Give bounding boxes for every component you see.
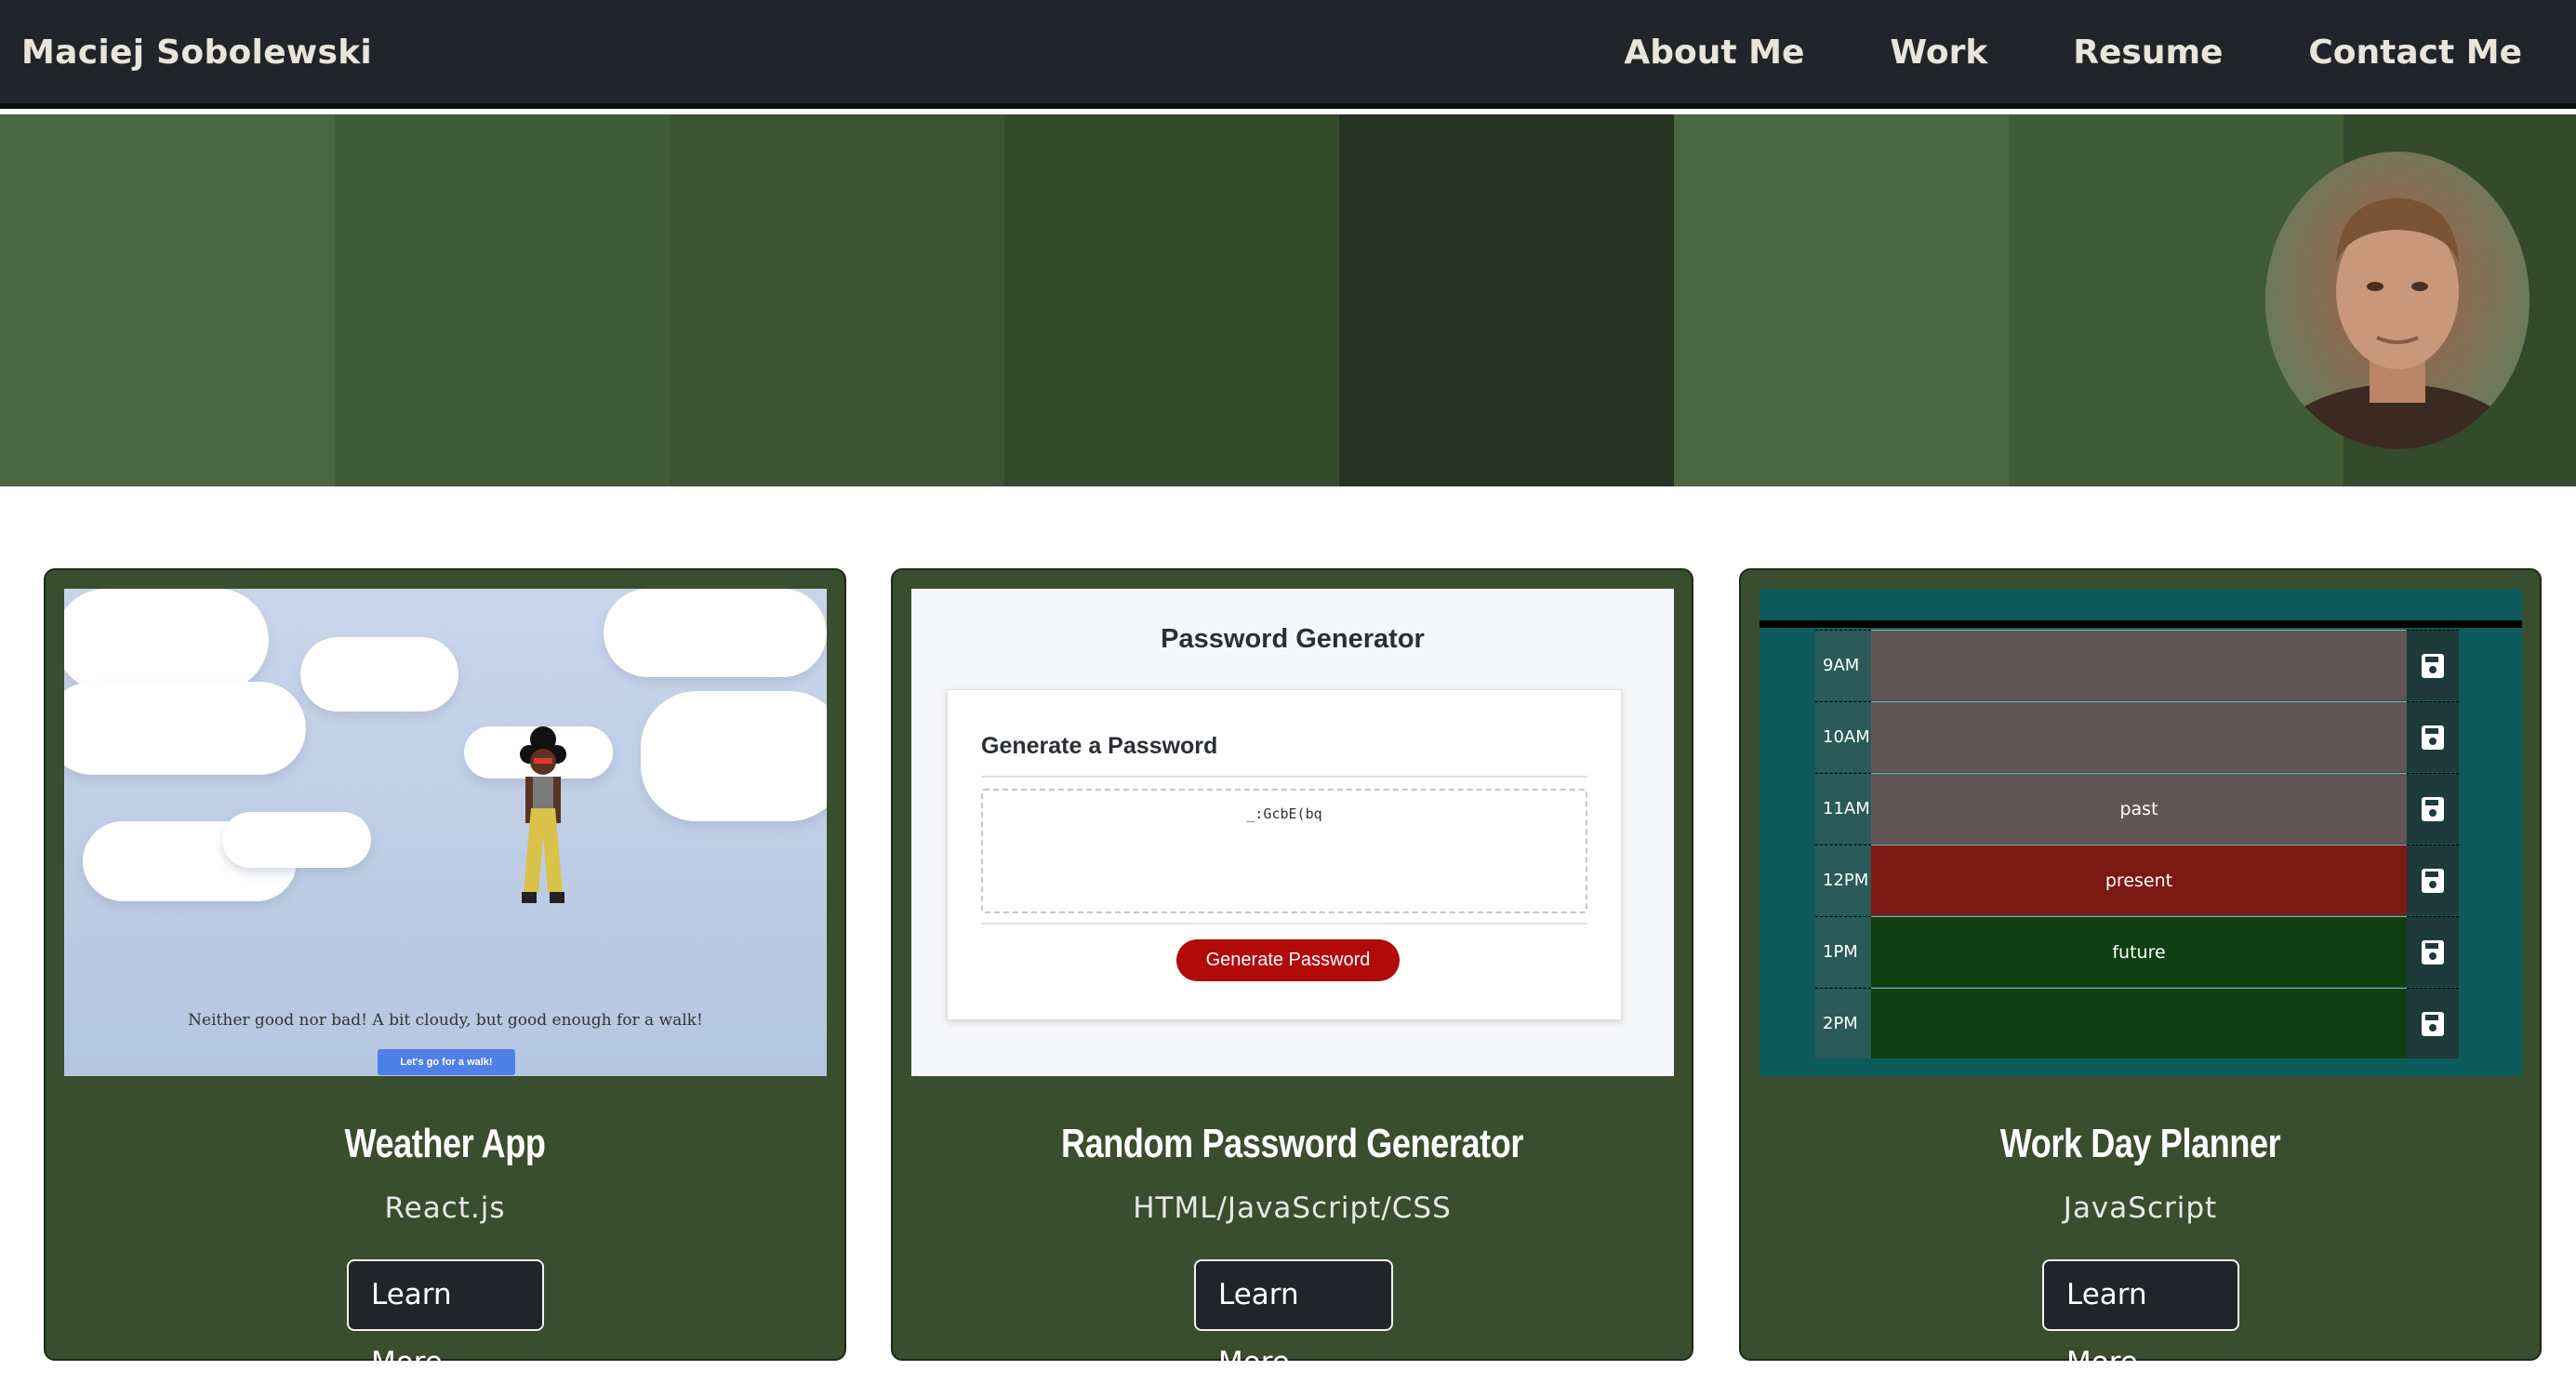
cloud-shape — [222, 812, 371, 868]
hero-banner — [0, 114, 2576, 486]
time-block-row: 9AM — [1815, 630, 2459, 700]
hour-label: 11AM — [1815, 773, 1871, 844]
header-bar — [1759, 620, 2522, 628]
brand-name[interactable]: Maciej Sobolewski — [21, 33, 372, 72]
save-button[interactable] — [2407, 630, 2459, 700]
project-card-password: Password Generator Generate a Password _… — [891, 568, 1693, 1379]
weather-message: Neither good nor bad! A bit cloudy, but … — [188, 1011, 703, 1030]
cloud-shape — [641, 691, 827, 821]
hour-label: 9AM — [1815, 630, 1871, 700]
event-description[interactable]: past — [1871, 773, 2407, 844]
save-button[interactable] — [2407, 701, 2459, 772]
weather-app-screenshot[interactable]: Neither good nor bad! A bit cloudy, but … — [64, 589, 827, 1076]
generate-password-button[interactable]: Generate Password — [1176, 939, 1400, 981]
save-icon — [2422, 869, 2444, 893]
divider — [981, 923, 1587, 925]
nav-links: About Me Work Resume Contact Me — [1538, 33, 2522, 72]
project-tech: HTML/JavaScript/CSS — [1133, 1191, 1452, 1225]
walk-button[interactable]: Let's go for a walk! — [378, 1049, 515, 1075]
project-title: Random Password Generator — [1060, 1121, 1523, 1166]
time-block-row: 1PM future — [1815, 916, 2459, 987]
time-block-row: 10AM — [1815, 701, 2459, 772]
profile-photo-illustration — [2268, 198, 2527, 449]
hour-label: 12PM — [1815, 845, 1871, 915]
save-button[interactable] — [2407, 988, 2459, 1058]
save-icon — [2422, 654, 2444, 678]
hour-label: 10AM — [1815, 701, 1871, 772]
project-card-planner: 9AM 10AM 11AM past 12PM present 1PM future 2PM W… — [1739, 568, 2542, 1379]
save-icon — [2422, 1012, 2444, 1036]
nav-resume[interactable]: Resume — [2073, 33, 2223, 72]
learn-more-button[interactable]: Learn More — [2042, 1259, 2239, 1379]
profile-photo — [2265, 152, 2530, 449]
event-description[interactable] — [1871, 630, 2407, 700]
cloud-shape — [64, 589, 269, 691]
work-day-planner-screenshot[interactable]: 9AM 10AM 11AM past 12PM present 1PM future 2PM — [1759, 589, 2522, 1076]
event-description[interactable]: present — [1871, 845, 2407, 915]
hero-band — [1674, 114, 2009, 486]
hero-band — [670, 114, 1004, 486]
event-description[interactable] — [1871, 701, 2407, 772]
time-block-row: 12PM present — [1815, 845, 2459, 915]
time-block-row: 2PM — [1815, 988, 2459, 1058]
password-page-title: Password Generator — [1161, 624, 1425, 654]
password-card: Generate a Password _:GcbE(bq Generate P… — [947, 689, 1622, 1020]
projects-section: Neither good nor bad! A bit cloudy, but … — [44, 568, 2545, 1379]
save-button[interactable] — [2407, 845, 2459, 915]
navbar: Maciej Sobolewski About Me Work Resume C… — [0, 0, 2576, 109]
password-value: _:GcbE(bq — [1246, 805, 1322, 822]
project-card-weather: Neither good nor bad! A bit cloudy, but … — [44, 568, 846, 1379]
save-icon — [2422, 725, 2444, 750]
nav-contact-me[interactable]: Contact Me — [2308, 33, 2522, 72]
password-card-heading: Generate a Password — [981, 733, 1218, 759]
hero-band — [335, 114, 670, 486]
event-description[interactable]: future — [1871, 916, 2407, 987]
hero-band — [0, 114, 335, 486]
save-button[interactable] — [2407, 916, 2459, 987]
hour-label: 2PM — [1815, 988, 1871, 1058]
hero-band — [1339, 114, 1674, 486]
cloud-shape — [604, 589, 827, 677]
password-output[interactable]: _:GcbE(bq — [981, 789, 1587, 913]
hour-label: 1PM — [1815, 916, 1871, 987]
cloud-shape — [64, 682, 306, 775]
divider — [981, 776, 1587, 778]
password-generator-screenshot[interactable]: Password Generator Generate a Password _… — [911, 589, 1674, 1076]
nav-work[interactable]: Work — [1890, 33, 1987, 72]
learn-more-button[interactable]: Learn More — [1194, 1259, 1393, 1379]
time-block-row: 11AM past — [1815, 773, 2459, 844]
event-description[interactable] — [1871, 988, 2407, 1058]
hero-band — [1004, 114, 1339, 486]
learn-more-button[interactable]: Learn More — [347, 1259, 544, 1379]
project-tech: JavaScript — [2063, 1191, 2218, 1225]
character-illustration — [520, 726, 566, 903]
project-title: Work Day Planner — [1999, 1121, 2281, 1166]
save-icon — [2422, 797, 2444, 821]
cloud-shape — [300, 637, 458, 712]
project-title: Weather App — [344, 1121, 546, 1166]
project-tech: React.js — [384, 1191, 506, 1225]
save-icon — [2422, 940, 2444, 965]
nav-about-me[interactable]: About Me — [1624, 33, 1804, 72]
save-button[interactable] — [2407, 773, 2459, 844]
